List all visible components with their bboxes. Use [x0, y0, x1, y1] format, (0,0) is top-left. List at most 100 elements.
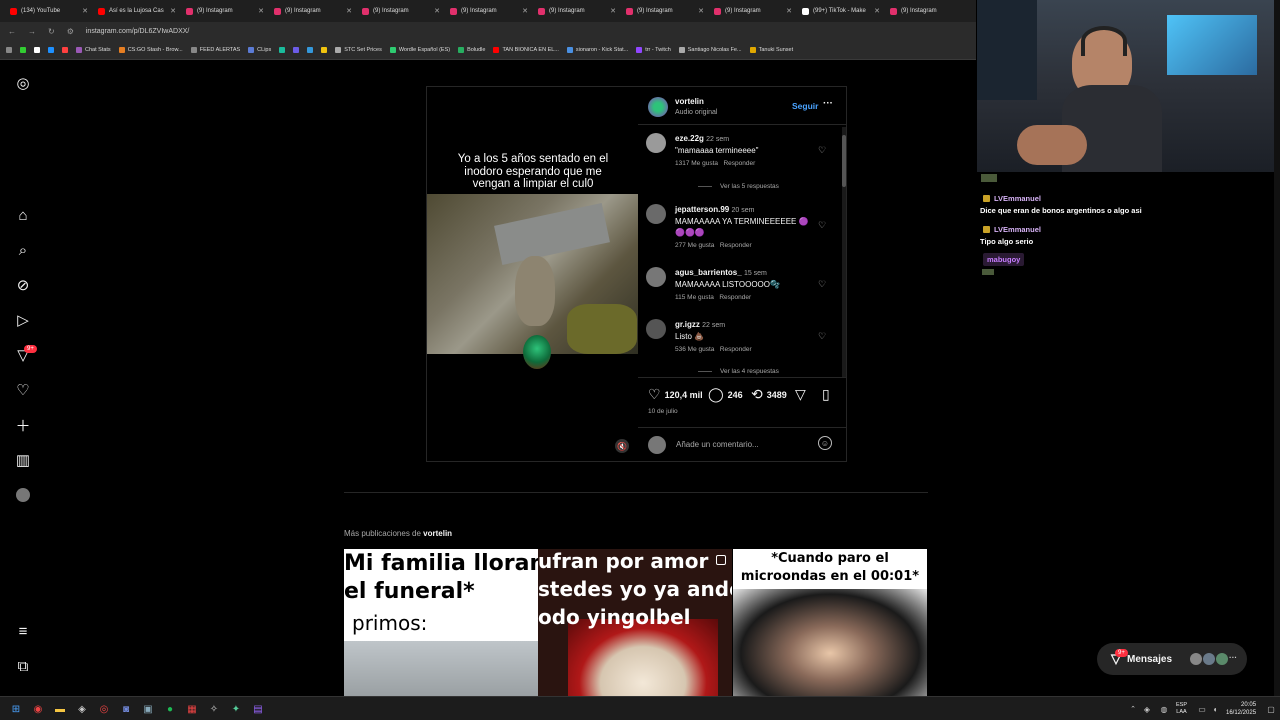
scrollbar-thumb[interactable]: [842, 135, 846, 187]
comment-like-icon[interactable]: ♡: [818, 279, 826, 290]
comment-button[interactable]: ◯ 246: [708, 386, 743, 403]
browser-tab[interactable]: (9) Instagram: [884, 2, 972, 20]
forward-icon[interactable]: →: [28, 27, 36, 36]
volume-icon[interactable]: ◖: [1208, 702, 1222, 716]
bookmark-item[interactable]: Santiago Nicolas Fe...: [678, 46, 742, 53]
home-icon[interactable]: ⌂: [14, 206, 32, 224]
bookmark-icon[interactable]: [34, 46, 40, 53]
tray-mic-icon[interactable]: ◍: [1157, 702, 1171, 716]
comment-user[interactable]: agus_barrientos_: [675, 268, 742, 277]
steam-icon[interactable]: ◈: [75, 702, 89, 716]
comment-like-icon[interactable]: ♡: [818, 331, 826, 342]
discord-icon[interactable]: ◙: [119, 702, 133, 716]
follow-button[interactable]: Seguir: [792, 101, 818, 111]
close-tab-icon[interactable]: ✕: [698, 7, 704, 15]
comment-like-icon[interactable]: ♡: [818, 145, 826, 156]
browser-tab[interactable]: (9) Instagram ✕: [620, 2, 708, 20]
back-icon[interactable]: ←: [8, 27, 16, 36]
post-thumbnail[interactable]: *Cuando paro el microondas en el 00:01*: [733, 549, 927, 696]
comment-user[interactable]: jepatterson.99: [675, 205, 729, 214]
bookmark-item[interactable]: Wordle Español (ES): [389, 46, 450, 53]
bookmark-item[interactable]: Boludle: [458, 46, 485, 53]
explore-icon[interactable]: ⊘: [14, 276, 32, 294]
app-icon[interactable]: ▤: [251, 702, 265, 716]
file-explorer-icon[interactable]: ▬: [53, 702, 67, 716]
comment-like-icon[interactable]: ♡: [818, 220, 826, 231]
like-button[interactable]: ♡ 120,4 mil: [648, 386, 703, 403]
browser-tab[interactable]: (134) YouTube ✕: [4, 2, 92, 20]
bookmark-icon[interactable]: [48, 46, 54, 53]
repost-button[interactable]: ⟲ 3489: [751, 386, 787, 403]
network-icon[interactable]: ▭: [1195, 702, 1209, 716]
app-icon[interactable]: ✦: [229, 702, 243, 716]
bookmark-item[interactable]: sionaron - Kick Stat...: [566, 46, 628, 53]
browser-tab[interactable]: (9) Instagram ✕: [268, 2, 356, 20]
chat-scrollbar[interactable]: [1274, 0, 1280, 696]
close-tab-icon[interactable]: ✕: [874, 7, 880, 15]
bookmark-item[interactable]: STC Set Prices: [335, 46, 382, 53]
search-icon[interactable]: ⌕: [14, 241, 32, 259]
reel-video[interactable]: Yo a los 5 años sentado en el inodoro es…: [427, 87, 638, 461]
language-indicator[interactable]: ESP LAA: [1176, 702, 1187, 716]
instagram-logo-icon[interactable]: ◎: [14, 74, 32, 92]
browser-tab[interactable]: (9) Instagram ✕: [708, 2, 796, 20]
browser-tab[interactable]: (9) Instagram ✕: [532, 2, 620, 20]
browser-tab[interactable]: (9) Instagram ✕: [356, 2, 444, 20]
save-button[interactable]: ▯: [822, 386, 830, 403]
post-thumbnail[interactable]: ufran por amor stedes yo ya ando c odo y…: [538, 549, 732, 696]
reply-button[interactable]: Responder: [720, 242, 752, 249]
bookmark-item[interactable]: Chat Stats: [76, 46, 111, 53]
also-from-meta-icon[interactable]: ⧉: [14, 657, 32, 675]
dashboard-icon[interactable]: ▥: [14, 451, 32, 469]
app-icon[interactable]: ▦: [185, 702, 199, 716]
view-replies-button[interactable]: Ver las 4 respuestas: [698, 368, 779, 375]
commenter-avatar[interactable]: [646, 204, 666, 224]
site-info-icon[interactable]: ⚙: [67, 27, 74, 36]
windows-start-icon[interactable]: ⊞: [9, 702, 23, 716]
close-tab-icon[interactable]: ✕: [170, 7, 176, 15]
reload-icon[interactable]: ↻: [48, 27, 55, 36]
create-plus-icon[interactable]: ＋: [14, 416, 32, 435]
notifications-heart-icon[interactable]: ♡: [14, 381, 32, 399]
close-tab-icon[interactable]: ✕: [434, 7, 440, 15]
comment-likes[interactable]: 115 Me gusta: [675, 294, 714, 301]
url-field[interactable]: instagram.com/p/DL6ZVIwADXX/: [86, 28, 189, 35]
bookmark-icon[interactable]: [293, 46, 300, 53]
close-tab-icon[interactable]: ✕: [786, 7, 792, 15]
notification-icon[interactable]: ▢: [1264, 702, 1278, 716]
spotify-icon[interactable]: ●: [163, 702, 177, 716]
comment-user[interactable]: eze.22g: [675, 134, 704, 143]
reply-button[interactable]: Responder: [719, 294, 751, 301]
audio-label[interactable]: Audio original: [675, 109, 717, 116]
bookmark-item[interactable]: FEED ALERTAS: [190, 46, 240, 53]
tray-chevron-icon[interactable]: ⌃: [1126, 702, 1140, 716]
close-tab-icon[interactable]: ✕: [258, 7, 264, 15]
app-icon[interactable]: ▣: [141, 702, 155, 716]
emoji-icon[interactable]: ☺: [818, 436, 832, 450]
author-name[interactable]: vortelin: [675, 97, 704, 106]
browser-tab[interactable]: Así es la Lujosa Cas ✕: [92, 2, 180, 20]
apps-icon[interactable]: [6, 46, 12, 53]
commenter-avatar[interactable]: [646, 319, 666, 339]
app-icon[interactable]: ◎: [97, 702, 111, 716]
add-comment-input[interactable]: Añade un comentario...: [676, 440, 759, 449]
profile-avatar[interactable]: [14, 486, 32, 504]
author-avatar[interactable]: [648, 97, 668, 117]
post-thumbnail[interactable]: Mi familia llorand el funeral* primos:: [344, 549, 538, 696]
bookmark-item[interactable]: Tanuki Sunset: [749, 46, 793, 53]
reply-button[interactable]: Responder: [723, 160, 755, 167]
browser-tab[interactable]: (9) Instagram ✕: [444, 2, 532, 20]
more-posts-user[interactable]: vortelin: [423, 529, 452, 538]
bookmark-item[interactable]: CS:GO Stash - Brow...: [118, 46, 183, 53]
close-tab-icon[interactable]: ✕: [82, 7, 88, 15]
messages-button[interactable]: ▽ Mensajes ···: [1097, 643, 1247, 675]
view-replies-button[interactable]: Ver las 5 respuestas: [698, 183, 779, 190]
browser-tab[interactable]: (99+) TikTok - Make ✕: [796, 2, 884, 20]
comment-likes[interactable]: 536 Me gusta: [675, 346, 714, 353]
commenter-avatar[interactable]: [646, 267, 666, 287]
commenter-avatar[interactable]: [646, 133, 666, 153]
reply-button[interactable]: Responder: [720, 346, 752, 353]
menu-icon[interactable]: ≡: [14, 622, 32, 640]
bookmark-icon[interactable]: [279, 46, 286, 53]
close-tab-icon[interactable]: ✕: [346, 7, 352, 15]
